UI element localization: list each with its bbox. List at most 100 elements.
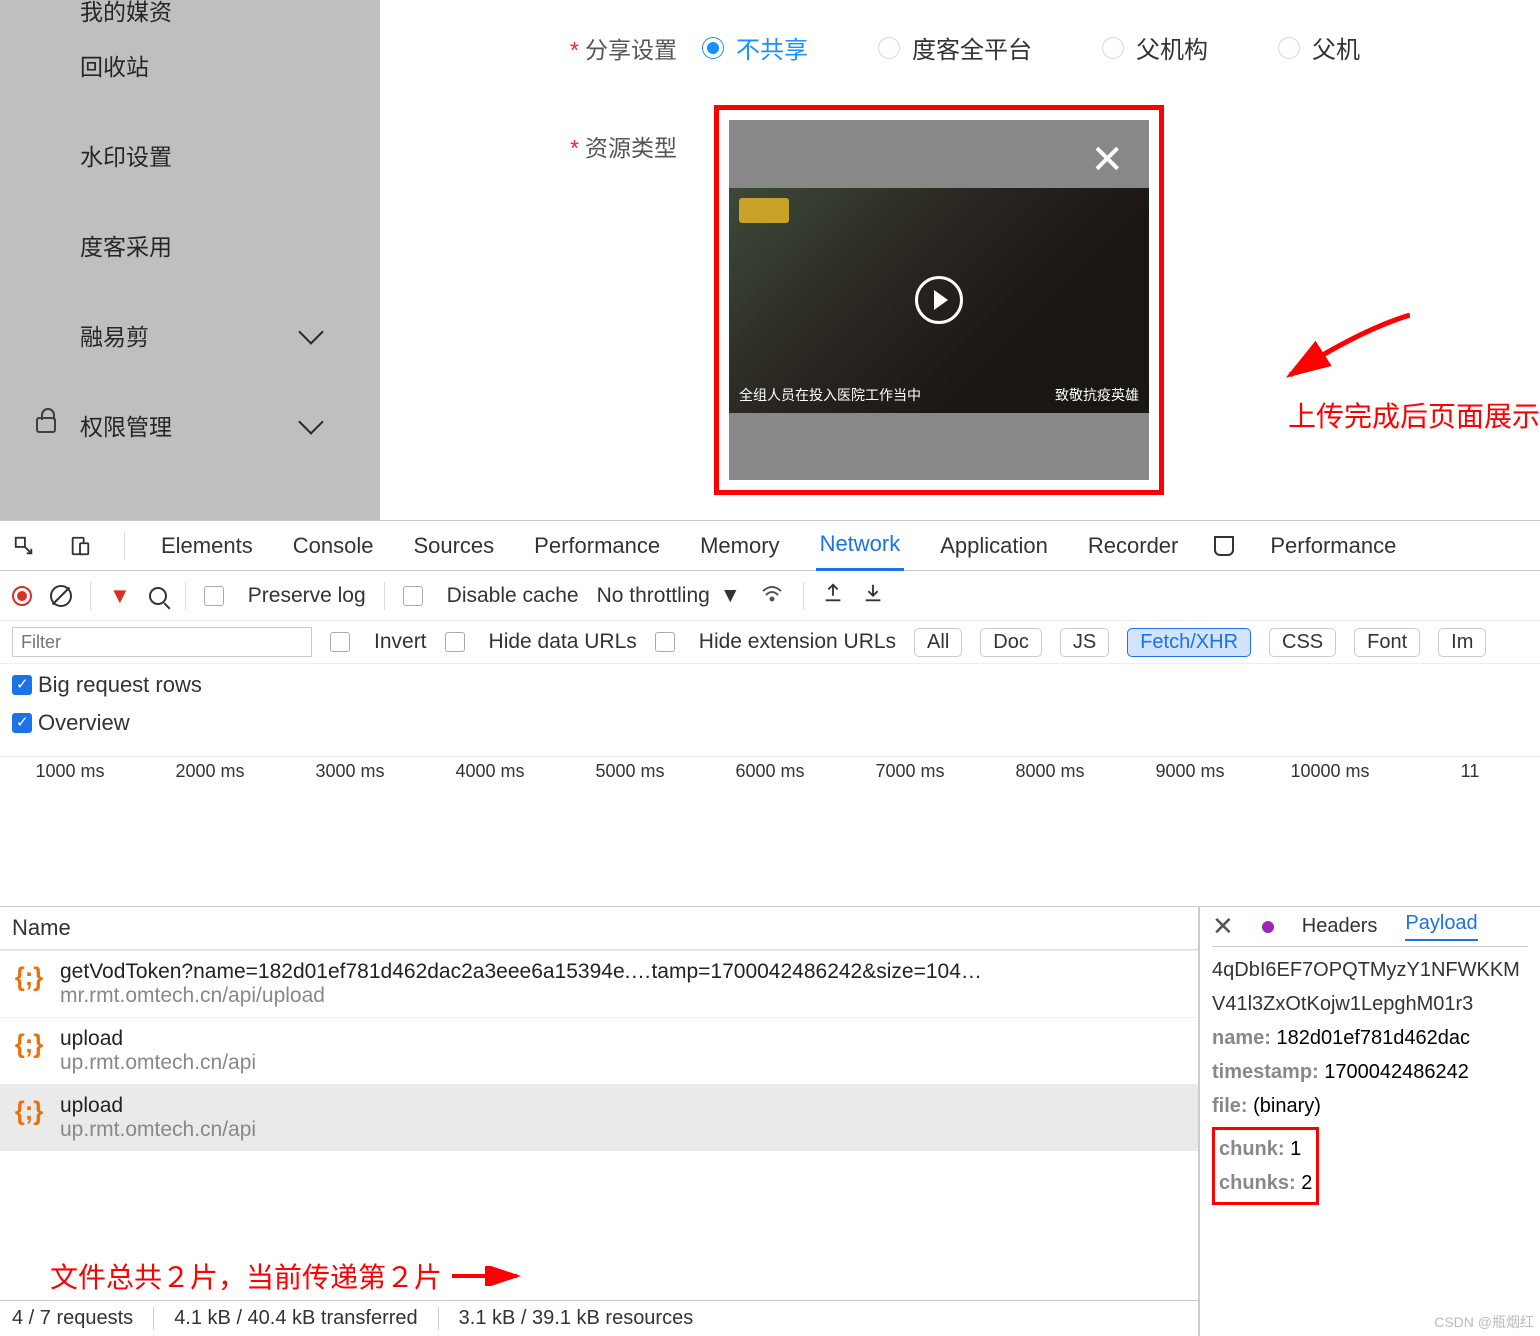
- chevron-down-icon: [302, 419, 320, 431]
- payload-line: V41l3ZxOtKojw1LepghM01r3: [1212, 987, 1528, 1021]
- radio-parent-org2[interactable]: 父机: [1278, 30, 1360, 65]
- request-row[interactable]: {;} getVodToken?name=182d01ef781d462dac2a…: [0, 950, 1198, 1017]
- throttling-select[interactable]: No throttling▼: [597, 584, 741, 608]
- annotation-text-2: 文件总共２片，当前传递第２片: [50, 1256, 442, 1296]
- tab-console[interactable]: Console: [289, 521, 378, 571]
- device-icon[interactable]: [68, 534, 92, 558]
- watermark: CSDN @瓶烟红: [1434, 1312, 1534, 1332]
- devtools-panel: Elements Console Sources Performance Mem…: [0, 520, 1540, 1336]
- request-url: up.rmt.omtech.cn/api: [60, 1118, 1186, 1142]
- wifi-icon[interactable]: [759, 583, 785, 609]
- highlighted-payload: chunk: 1chunks: 2: [1212, 1127, 1319, 1205]
- devtools-tab-bar: Elements Console Sources Performance Mem…: [0, 521, 1540, 571]
- chip-img[interactable]: Im: [1438, 628, 1486, 657]
- resource-type-label: *资源类型: [570, 129, 677, 495]
- tab-application[interactable]: Application: [936, 521, 1052, 571]
- chip-doc[interactable]: Doc: [980, 628, 1042, 657]
- detail-tab-payload[interactable]: Payload: [1405, 912, 1477, 941]
- status-dot-icon: [1262, 921, 1274, 933]
- svg-text:{;}: {;}: [15, 1031, 43, 1059]
- inspect-icon[interactable]: [12, 534, 36, 558]
- thumb-caption-right: 致敬抗疫英雄: [1055, 385, 1139, 405]
- thumb-caption-left: 全组人员在投入医院工作当中: [739, 385, 921, 405]
- play-icon[interactable]: [915, 276, 963, 324]
- status-footer: 4 / 7 requests 4.1 kB / 40.4 kB transfer…: [0, 1300, 1198, 1336]
- timeline-tick: 10000 ms: [1260, 761, 1400, 782]
- filter-icon[interactable]: ▼: [109, 583, 131, 609]
- timeline-tick: 5000 ms: [560, 761, 700, 782]
- search-icon[interactable]: [149, 587, 167, 605]
- filter-input[interactable]: [12, 627, 312, 657]
- timeline-tick: 11: [1400, 761, 1540, 782]
- download-icon[interactable]: [862, 582, 884, 610]
- hide-extension-urls-checkbox[interactable]: [655, 632, 675, 652]
- timeline-tick: 9000 ms: [1120, 761, 1260, 782]
- invert-checkbox[interactable]: [330, 632, 350, 652]
- json-icon: {;}: [12, 1094, 46, 1128]
- tab-elements[interactable]: Elements: [157, 521, 257, 571]
- payload-line: 4qDbI6EF7OPQTMyzY1NFWKKM: [1212, 953, 1528, 987]
- preserve-log-checkbox[interactable]: [204, 586, 224, 606]
- payload-line: file: (binary): [1212, 1089, 1528, 1123]
- annotation-arrow-2: [452, 1266, 522, 1286]
- json-icon: {;}: [12, 960, 46, 994]
- hide-data-urls-checkbox[interactable]: [445, 632, 465, 652]
- timeline-tick: 7000 ms: [840, 761, 980, 782]
- disable-cache-checkbox[interactable]: [403, 586, 423, 606]
- big-rows-checkbox[interactable]: [12, 675, 32, 695]
- sidebar-item-permission[interactable]: 权限管理: [0, 380, 380, 470]
- sidebar-item-watermark[interactable]: 水印设置: [0, 110, 380, 200]
- tab-performance-insights[interactable]: Performance: [1266, 521, 1400, 571]
- detail-pane: ✕ Headers Payload 4qDbI6EF7OPQTMyzY1NFWK…: [1200, 907, 1540, 1336]
- timeline-tick: 4000 ms: [420, 761, 560, 782]
- sidebar-item-rongyi[interactable]: 融易剪: [0, 290, 380, 380]
- overview-checkbox[interactable]: [12, 713, 32, 733]
- radio-no-share[interactable]: 不共享: [702, 30, 808, 65]
- annotation-text-1: 上传完成后页面展示: [1288, 395, 1540, 435]
- timeline-tick: 8000 ms: [980, 761, 1120, 782]
- chip-css[interactable]: CSS: [1269, 628, 1336, 657]
- request-url: mr.rmt.omtech.cn/api/upload: [60, 984, 1186, 1008]
- sidebar-item-recycle[interactable]: 回收站: [0, 20, 380, 110]
- lock-icon: [36, 417, 56, 433]
- tab-network[interactable]: Network: [816, 521, 905, 571]
- close-detail-icon[interactable]: ✕: [1212, 911, 1234, 942]
- sidebar-item-media[interactable]: 我的媒资: [0, 0, 380, 20]
- close-icon[interactable]: ✕: [1090, 140, 1124, 180]
- share-setting-label: *分享设置: [570, 31, 677, 65]
- detail-tab-headers[interactable]: Headers: [1302, 915, 1378, 938]
- tab-performance[interactable]: Performance: [530, 521, 664, 571]
- upload-icon[interactable]: [822, 582, 844, 610]
- sidebar-item-adopt[interactable]: 度客采用: [0, 200, 380, 290]
- clear-button[interactable]: [50, 585, 72, 607]
- chip-fetch-xhr[interactable]: Fetch/XHR: [1127, 628, 1251, 657]
- chip-all[interactable]: All: [914, 628, 962, 657]
- tab-sources[interactable]: Sources: [409, 521, 498, 571]
- name-column-header[interactable]: Name: [0, 907, 1198, 950]
- tab-memory[interactable]: Memory: [696, 521, 783, 571]
- payload-line: timestamp: 1700042486242: [1212, 1055, 1528, 1089]
- tab-recorder[interactable]: Recorder: [1084, 521, 1182, 571]
- timeline-tick: 2000 ms: [140, 761, 280, 782]
- request-name: getVodToken?name=182d01ef781d462dac2a3ee…: [60, 960, 1186, 984]
- chip-font[interactable]: Font: [1354, 628, 1420, 657]
- chevron-down-icon: [302, 329, 320, 341]
- timeline-tick: 1000 ms: [0, 761, 140, 782]
- radio-all-platform[interactable]: 度客全平台: [878, 30, 1032, 65]
- radio-parent-org[interactable]: 父机构: [1102, 30, 1208, 65]
- payload-line: name: 182d01ef781d462dac: [1212, 1021, 1528, 1055]
- svg-text:{;}: {;}: [15, 964, 43, 992]
- json-icon: {;}: [12, 1027, 46, 1061]
- request-url: up.rmt.omtech.cn/api: [60, 1051, 1186, 1075]
- timeline-tick: 3000 ms: [280, 761, 420, 782]
- request-name: upload: [60, 1094, 1186, 1118]
- request-row[interactable]: {;} uploadup.rmt.omtech.cn/api: [0, 1084, 1198, 1151]
- timeline[interactable]: 1000 ms2000 ms3000 ms4000 ms5000 ms6000 …: [0, 757, 1540, 907]
- record-button[interactable]: [12, 586, 32, 606]
- request-name: upload: [60, 1027, 1186, 1051]
- chip-js[interactable]: JS: [1060, 628, 1109, 657]
- video-thumbnail[interactable]: 全组人员在投入医院工作当中 致敬抗疫英雄: [729, 188, 1149, 413]
- request-row[interactable]: {;} uploadup.rmt.omtech.cn/api: [0, 1017, 1198, 1084]
- flask-icon: [1214, 536, 1234, 556]
- main-form: *分享设置 不共享 度客全平台 父机构 父机 *资源类型 ✕ 全组人员在投入医院…: [380, 0, 1540, 520]
